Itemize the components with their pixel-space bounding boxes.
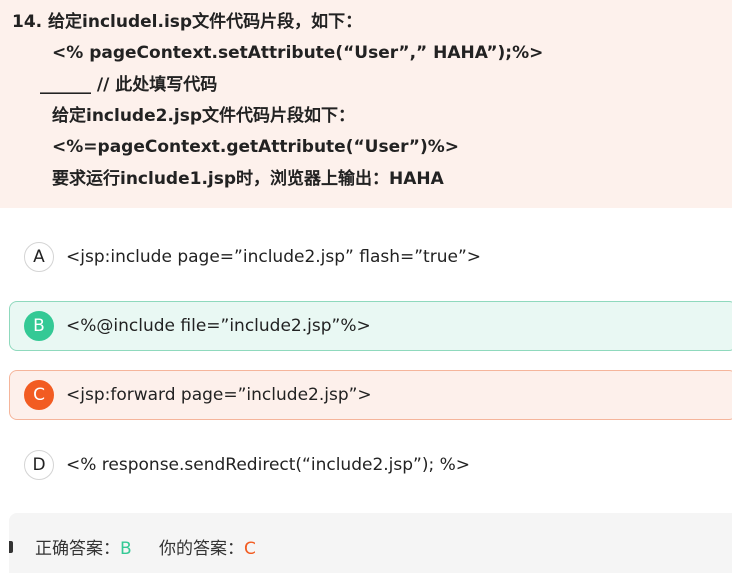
option-d[interactable]: D <% response.sendRedirect(“include2.jsp… [9,440,732,490]
question-block: 14. 给定includel.isp文件代码片段，如下： <% pageCont… [0,0,732,208]
option-c-text: <jsp:forward page=”include2.jsp”> [66,385,372,405]
option-b-badge: B [24,311,54,341]
question-code-line: <%=pageContext.getAttribute(“User”)%> [52,137,460,157]
question-blank-line: ______ // 此处填写代码 [40,75,218,95]
option-b-correct[interactable]: B <%@include file=”include2.jsp”%> [9,301,732,351]
question-text-line: 给定include2.jsp文件代码片段如下： [52,106,356,126]
your-answer-value: C [244,539,256,559]
option-b-text: <%@include file=”include2.jsp”%> [66,316,371,336]
option-a-badge: A [24,242,54,272]
question-title: 14. 给定includel.isp文件代码片段，如下： [12,12,363,32]
correct-answer-value: B [120,539,132,559]
answer-marker [9,541,13,553]
option-a-text: <jsp:include page=”include2.jsp” flash=”… [66,247,481,267]
question-requirement: 要求运行include1.jsp时，浏览器上输出：HAHA [52,169,444,189]
option-d-badge: D [24,450,54,480]
option-a[interactable]: A <jsp:include page=”include2.jsp” flash… [9,232,732,282]
correct-answer: 正确答案：B [35,538,132,560]
option-c-selected-wrong[interactable]: C <jsp:forward page=”include2.jsp”> [9,370,732,420]
option-c-badge: C [24,380,54,410]
your-answer: 你的答案：C [159,538,256,560]
question-code-line: <% pageContext.setAttribute(“User”,” HAH… [52,43,544,63]
correct-answer-label: 正确答案： [35,539,120,559]
option-d-text: <% response.sendRedirect(“include2.jsp”)… [66,455,470,475]
your-answer-label: 你的答案： [159,539,244,559]
answer-summary: 正确答案：B 你的答案：C [9,513,732,573]
